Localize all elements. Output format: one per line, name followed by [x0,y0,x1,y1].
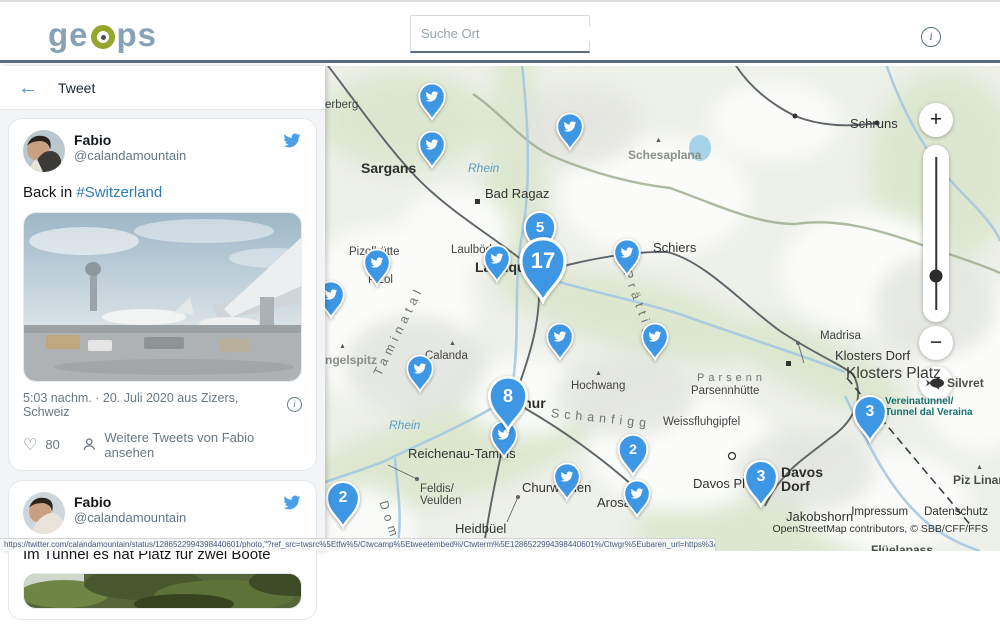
zoom-out-button[interactable]: − [919,326,953,360]
like-icon[interactable]: ♡ [23,435,37,455]
cluster-count: 3 [742,465,780,490]
map[interactable]: + − Impressum Datenschutz OpenStreetMap … [325,66,1000,551]
zoom-slider[interactable] [923,145,949,322]
avatar[interactable] [23,492,65,534]
tweet-pin-marker[interactable] [362,248,392,287]
tweet-card[interactable]: Fabio @calandamountain Back in #Switzerl… [8,118,317,471]
tweet-info-icon[interactable]: i [287,397,302,412]
tweet-author[interactable]: Fabio [74,132,273,148]
tweet-pin-marker[interactable] [555,112,585,151]
tweet-handle[interactable]: @calandamountain [74,148,273,163]
geops-logo[interactable]: geps [48,16,157,54]
datenschutz-link[interactable]: Datenschutz [924,506,988,518]
tweet-text: Back in #Switzerland [23,183,302,203]
cluster-count: 2 [325,486,362,511]
cluster-count: 8 [486,382,530,411]
twitter-icon[interactable] [282,494,302,511]
place-search [410,15,590,53]
hashtag-link[interactable]: #Switzerland [76,184,162,201]
tweet-pin-marker[interactable] [417,82,447,121]
cluster-marker[interactable]: 2 [616,433,650,477]
tweet-pin-marker[interactable] [612,238,642,277]
logo-o-icon [91,25,115,49]
fish-icon [926,376,946,390]
tweet-panel: ← Tweet Fabio @calandamountain [0,66,325,551]
cluster-marker[interactable]: 2 [325,480,362,529]
impressum-link[interactable]: Impressum [851,506,908,518]
like-count: 80 [45,437,59,452]
zoom-in-button[interactable]: + [919,103,953,137]
more-tweets-link[interactable]: Weitere Tweets von Fabio ansehen [104,430,302,460]
map-footer-links: Impressum Datenschutz [851,506,988,518]
tweet-photo-airport[interactable] [23,212,302,382]
tweet-pin-marker[interactable] [622,479,652,518]
tweet-photo-trees[interactable] [23,573,302,609]
tweet-pin-marker[interactable] [545,322,575,361]
cluster-marker[interactable]: 3 [851,394,889,443]
tweet-author[interactable]: Fabio [74,494,273,510]
tweet-handle[interactable]: @calandamountain [74,510,273,525]
panel-header: ← Tweet [0,66,325,110]
osm-attribution: OpenStreetMap contributors, © SBB/CFF/FF… [773,523,988,535]
tweet-pin-marker[interactable] [552,462,582,501]
zoom-slider-track [935,157,937,310]
logo-text-left: ge [48,16,89,54]
logo-text-right: ps [117,16,158,54]
tweet-pin-marker[interactable] [482,244,512,283]
back-arrow-icon[interactable]: ← [18,78,38,98]
cluster-count: 17 [517,244,569,278]
cluster-count: 3 [851,400,889,425]
twitter-icon[interactable] [282,132,302,149]
panel-title: Tweet [58,80,95,96]
link-status-bar: https://twitter.com/calandamountain/stat… [0,538,716,551]
app-header: geps i [0,0,1000,63]
tweet-pin-marker[interactable] [417,130,447,169]
avatar[interactable] [23,130,65,172]
cluster-count: 2 [616,438,650,460]
cluster-marker[interactable]: 8 [486,375,530,432]
tweet-timestamp: 5:03 nachm. · 20. Juli 2020 aus Zizers, … [23,391,287,419]
person-icon [82,437,97,452]
fish-layer-button[interactable] [919,366,953,400]
info-icon[interactable]: i [921,27,941,47]
search-input[interactable] [421,26,597,41]
tweet-pin-marker[interactable] [640,322,670,361]
zoom-slider-handle[interactable] [930,270,943,283]
cluster-marker[interactable]: 3 [742,459,780,508]
cluster-marker[interactable]: 17 [517,236,569,304]
tweet-pin-marker[interactable] [405,354,435,393]
tweet-pin-marker[interactable] [325,280,346,319]
